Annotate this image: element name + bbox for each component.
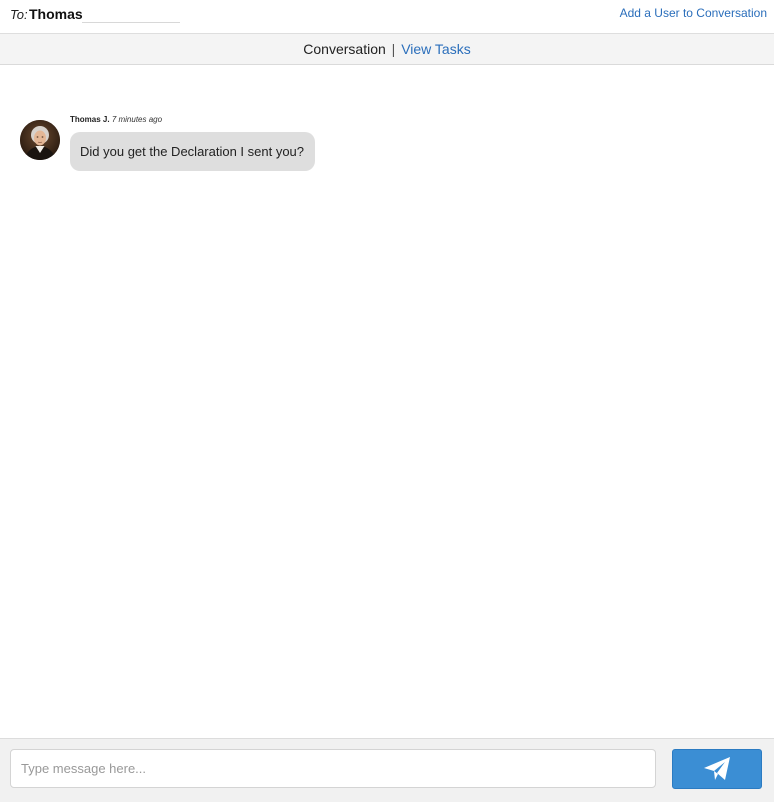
recipient-input[interactable] bbox=[82, 6, 180, 23]
tab-view-tasks[interactable]: View Tasks bbox=[401, 41, 471, 57]
recipient-name[interactable]: Thomas bbox=[29, 6, 83, 22]
portrait-avatar-icon bbox=[20, 120, 60, 160]
paper-plane-icon bbox=[704, 757, 730, 780]
message-composer bbox=[0, 738, 774, 802]
message-author[interactable]: Thomas J. bbox=[70, 115, 110, 124]
recipient-bar: To: Thomas Add a User to Conversation bbox=[0, 0, 774, 34]
add-user-link[interactable]: Add a User to Conversation bbox=[620, 6, 767, 20]
message-meta: Thomas J. 7 minutes ago bbox=[70, 115, 162, 124]
avatar[interactable] bbox=[20, 120, 60, 160]
message-timestamp: 7 minutes ago bbox=[111, 115, 163, 124]
message-input[interactable] bbox=[10, 749, 656, 788]
tab-separator: | bbox=[391, 41, 396, 57]
messaging-app: To: Thomas Add a User to Conversation Co… bbox=[0, 0, 774, 802]
tab-conversation[interactable]: Conversation bbox=[303, 41, 386, 57]
to-label: To: bbox=[10, 7, 28, 22]
tab-bar: Conversation | View Tasks bbox=[0, 34, 774, 65]
send-button[interactable] bbox=[672, 749, 762, 789]
message-list[interactable]: Thomas J. 7 minutes ago Did you get the … bbox=[0, 65, 774, 738]
message-bubble: Did you get the Declaration I sent you? bbox=[70, 132, 315, 171]
